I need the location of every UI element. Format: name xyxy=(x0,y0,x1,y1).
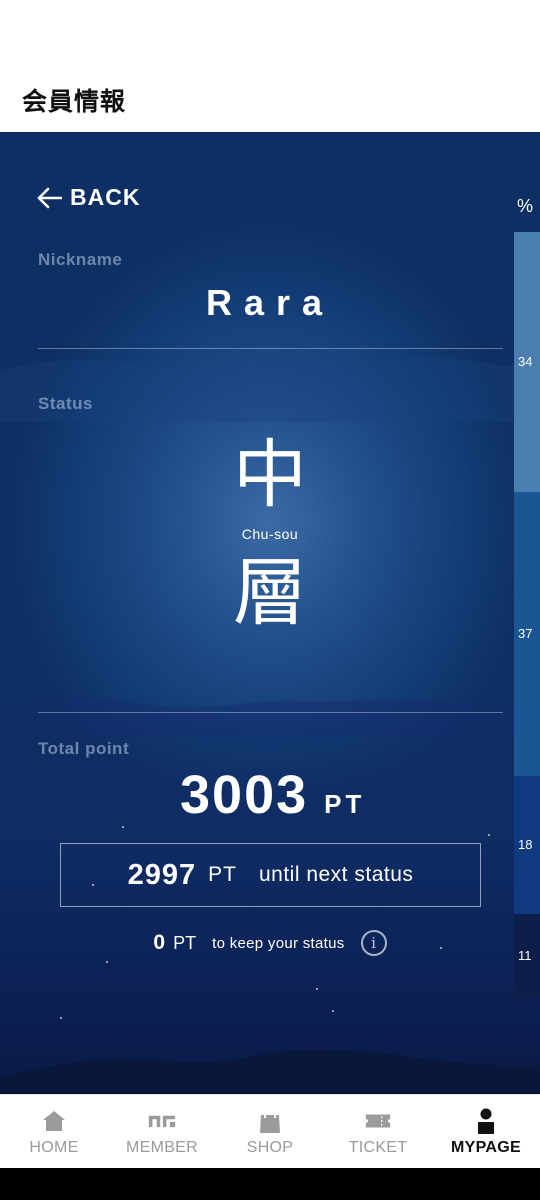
page-title: 会員情報 xyxy=(22,87,127,116)
status-bar-area xyxy=(0,0,540,70)
app-header: 会員情報 xyxy=(0,70,540,132)
nickname-value: Rara xyxy=(205,282,335,323)
tab-ticket-label: TICKET xyxy=(348,1139,408,1156)
person-icon xyxy=(472,1107,500,1135)
scale-unit-label: % xyxy=(517,196,534,216)
shop-bag-icon xyxy=(256,1107,284,1135)
scale-segment: 18 xyxy=(514,775,540,914)
status-kanji-top: 中 xyxy=(233,432,307,518)
total-point-label: Total point xyxy=(38,739,130,758)
divider xyxy=(38,348,503,349)
total-point-value: 3003 xyxy=(180,765,309,825)
bottom-tab-bar: HOME MEMBER SHOP TICKET MYPAGE xyxy=(0,1094,540,1168)
member-icon xyxy=(148,1107,176,1135)
back-label: BACK xyxy=(70,184,141,210)
keep-status-unit: PT xyxy=(173,932,197,953)
star xyxy=(316,988,318,990)
star xyxy=(60,1017,62,1019)
tab-member[interactable]: MEMBER xyxy=(108,1095,216,1168)
star xyxy=(122,826,124,828)
mountain-silhouette-bottom xyxy=(0,1049,540,1094)
status-kanji-bottom: 層 xyxy=(233,550,307,636)
tab-member-label: MEMBER xyxy=(125,1139,199,1156)
info-icon[interactable]: i xyxy=(360,930,387,956)
star xyxy=(488,834,490,836)
arrow-left-icon xyxy=(37,187,62,208)
total-point-unit: PT xyxy=(324,789,366,819)
keep-status-row: 0 PT to keep your status i xyxy=(0,930,540,956)
status-label: Status xyxy=(38,394,93,413)
member-info-panel: BACK % 34 37 18 11 Nickname Rara Status 中 C… xyxy=(0,132,540,1094)
nickname-label: Nickname xyxy=(38,250,123,269)
total-point: 3003 PT xyxy=(180,764,365,826)
star xyxy=(106,961,108,963)
home-icon xyxy=(40,1107,68,1135)
tab-shop[interactable]: SHOP xyxy=(216,1095,324,1168)
scale-segment-label: 34 xyxy=(518,354,533,370)
tab-home[interactable]: HOME xyxy=(0,1095,108,1168)
tab-ticket[interactable]: TICKET xyxy=(324,1095,432,1168)
tab-home-label: HOME xyxy=(29,1139,79,1156)
mountain-ridge-middle xyxy=(0,697,540,737)
status-romaji: Chu-sou xyxy=(241,526,299,542)
scale-segment-label: 18 xyxy=(518,836,533,852)
next-status-box: 2997 PT until next status xyxy=(60,843,481,907)
back-button[interactable]: BACK xyxy=(36,184,140,211)
ticket-icon xyxy=(364,1107,392,1135)
tab-mypage[interactable]: MYPAGE xyxy=(432,1095,540,1168)
next-status-text: until next status xyxy=(258,863,414,886)
divider xyxy=(38,712,503,713)
next-status-unit: PT xyxy=(208,863,237,886)
tab-shop-label: SHOP xyxy=(246,1139,294,1156)
system-navigation-bar xyxy=(0,1168,540,1200)
keep-status-text: to keep your status xyxy=(212,934,345,952)
star xyxy=(332,1010,334,1012)
next-status-points: 2997 xyxy=(127,858,197,891)
keep-status-points: 0 xyxy=(153,931,166,954)
tab-mypage-label: MYPAGE xyxy=(451,1139,521,1156)
